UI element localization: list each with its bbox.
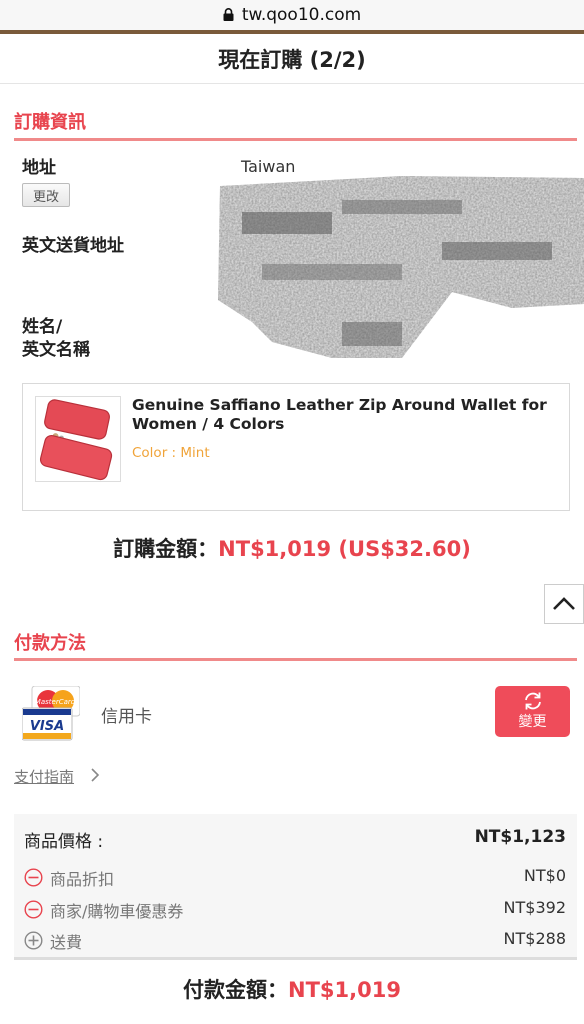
order-info-title: 訂購資訊 (14, 112, 86, 133)
payment-total-value: NT$1,019 (288, 978, 401, 1002)
payment-total-label: 付款金額： (183, 978, 289, 1002)
payment-method-title: 付款方法 (14, 633, 86, 654)
payment-guide-link[interactable]: 支付指南 (14, 766, 74, 787)
discount-label: 商品折扣 (50, 870, 115, 889)
name-label-line1: 姓名/ (22, 317, 63, 337)
minus-circle-icon (24, 868, 43, 887)
redacted-personal-info (218, 176, 584, 358)
product-image (35, 396, 121, 482)
svg-text:VISA: VISA (30, 719, 64, 734)
product-price-label: 商品價格 : (24, 832, 104, 852)
scroll-top-button[interactable] (544, 584, 584, 624)
shipping-label: 送費 (50, 933, 83, 952)
price-summary: 商品價格 : NT$1,123 商品折扣 NT$0 商家/購物車優惠券 NT$3… (14, 814, 577, 960)
product-option: Color : Mint (132, 445, 210, 461)
chevron-right-icon (91, 768, 100, 782)
order-amount-value: NT$1,019 (US$32.60) (218, 537, 471, 561)
lock-icon (223, 7, 234, 21)
credit-card-icon: MasterCard VISA (22, 686, 80, 741)
order-amount: 訂購金額：NT$1,019 (US$32.60) (0, 533, 584, 563)
address-bar[interactable]: tw.qoo10.com (0, 0, 584, 30)
product-card[interactable]: Genuine Saffiano Leather Zip Around Wall… (22, 383, 570, 511)
change-payment-button[interactable]: 變更 (495, 686, 570, 737)
shipping-value: NT$288 (503, 929, 566, 948)
change-address-button[interactable]: 更改 (22, 183, 70, 207)
coupon-label: 商家/購物車優惠券 (50, 902, 184, 921)
address-label: 地址 (22, 158, 56, 178)
url-text: tw.qoo10.com (241, 5, 362, 25)
plus-circle-icon (24, 931, 43, 950)
product-name[interactable]: Genuine Saffiano Leather Zip Around Wall… (132, 396, 557, 434)
svg-text:MasterCard: MasterCard (35, 698, 76, 706)
payment-method-name: 信用卡 (101, 707, 152, 727)
name-label: 姓名/ 英文名稱 (22, 316, 90, 362)
product-price-value: NT$1,123 (474, 827, 566, 847)
section-divider (14, 658, 577, 661)
minus-circle-icon (24, 900, 43, 919)
order-amount-label: 訂購金額： (113, 537, 219, 561)
section-divider (14, 138, 577, 141)
page-title: 現在訂購 (2/2) (0, 34, 584, 84)
name-label-line2: 英文名稱 (22, 340, 90, 360)
payment-total: 付款金額：NT$1,019 (0, 974, 584, 1004)
coupon-value: NT$392 (503, 898, 566, 917)
english-address-label: 英文送貨地址 (22, 236, 124, 256)
change-payment-label: 變更 (518, 714, 547, 730)
refresh-icon (524, 692, 541, 710)
discount-value: NT$0 (523, 866, 566, 885)
chevron-up-icon (553, 597, 575, 610)
